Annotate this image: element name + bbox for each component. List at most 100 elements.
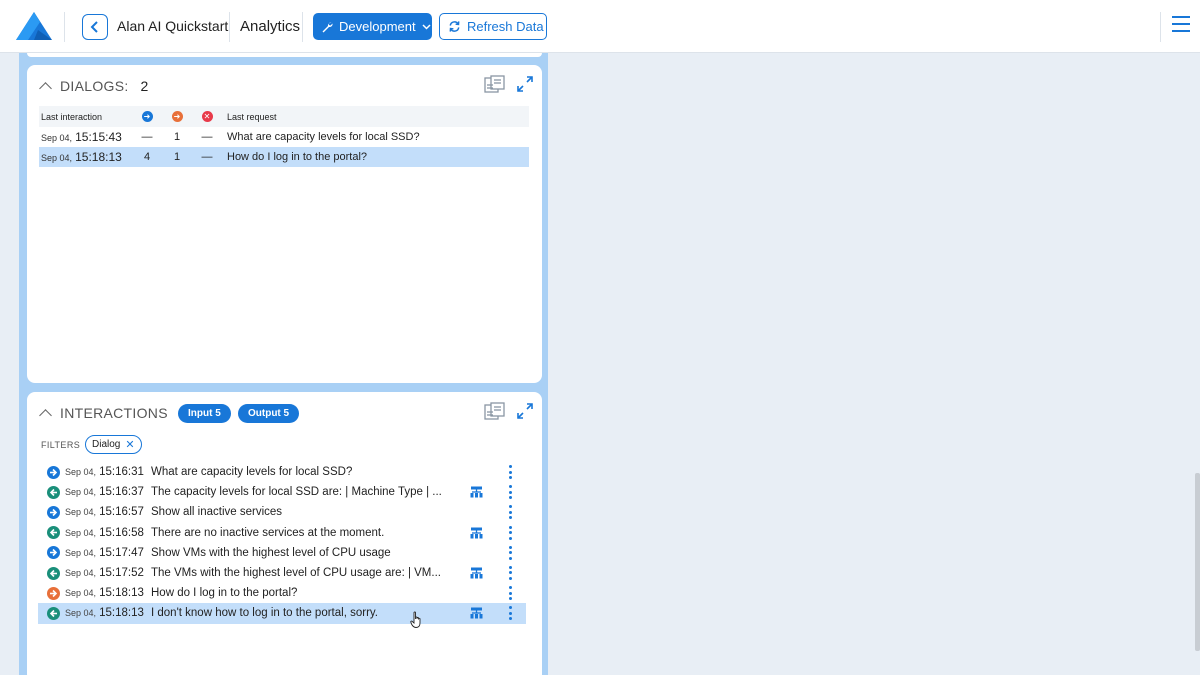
more-options-icon[interactable] <box>509 565 512 580</box>
more-options-icon[interactable] <box>509 485 512 500</box>
more-options-icon[interactable] <box>509 525 512 540</box>
interaction-date: Sep 04, <box>65 568 97 579</box>
expand-icon[interactable] <box>516 75 534 93</box>
interaction-time: 15:18:13 <box>99 587 144 600</box>
column-last-request[interactable]: Last request <box>222 112 277 122</box>
chevron-down-icon <box>422 24 431 30</box>
input-arrow-icon <box>47 505 60 519</box>
dialog-last-request: What are capacity levels for local SSD? <box>227 131 420 143</box>
input-arrow-icon: ➜ <box>141 111 153 122</box>
flow-diagram-icon[interactable] <box>470 607 483 619</box>
interaction-row[interactable]: Sep 04, 15:16:58 There are no inactive se… <box>38 523 526 543</box>
interaction-timestamp: Sep 04, 15:16:57 <box>65 506 147 518</box>
column-unrecognized[interactable]: ➜ <box>162 111 192 122</box>
environment-label: Development <box>339 19 416 34</box>
interactions-tools <box>484 402 534 420</box>
table-header: Last interaction ➜ ➜ ✕ Last request <box>39 106 529 127</box>
more-options-icon[interactable] <box>509 545 512 560</box>
dialog-time: 15:15:43 <box>75 130 122 144</box>
section-title: Analytics <box>240 18 301 35</box>
dialogs-title: DIALOGS: <box>60 78 129 94</box>
more-options-icon[interactable] <box>509 465 512 479</box>
interaction-row[interactable]: Sep 04, 15:18:13 I don't know how to log … <box>38 603 526 629</box>
interaction-timestamp: Sep 04, 15:16:58 <box>65 527 147 539</box>
flow-diagram-icon[interactable] <box>470 567 483 579</box>
dialog-row-selected[interactable]: Sep 04, 15:18:13 4 1 — How do I log in t… <box>39 147 529 167</box>
dialog-error-count: — <box>201 131 213 143</box>
analytics-column: DIALOGS: 2 Last interaction ➜ ➜ ✕ Last r… <box>19 53 548 675</box>
interaction-timestamp: Sep 04, 15:16:31 <box>65 466 147 478</box>
collapse-icon[interactable] <box>39 408 52 422</box>
environment-dropdown[interactable]: Development <box>313 13 432 40</box>
interaction-row[interactable]: Sep 04, 15:16:57 Show all inactive servic… <box>38 502 526 522</box>
interaction-text: I don't know how to log in to the portal… <box>151 607 378 620</box>
interaction-time: 15:16:57 <box>99 506 144 519</box>
column-last-interaction[interactable]: Last interaction <box>39 112 132 122</box>
expand-icon[interactable] <box>516 402 534 420</box>
interaction-row[interactable]: Sep 04, 15:17:47 Show VMs with the highes… <box>38 543 526 563</box>
interaction-text: Show VMs with the highest level of CPU u… <box>151 546 391 559</box>
export-icon[interactable] <box>484 402 506 420</box>
interaction-date: Sep 04, <box>65 608 97 619</box>
flow-diagram-icon[interactable] <box>470 486 483 498</box>
column-errors[interactable]: ✕ <box>192 111 222 122</box>
dialog-input-count: 4 <box>143 151 151 163</box>
interaction-date: Sep 04, <box>65 507 97 518</box>
interaction-timestamp: Sep 04, 15:17:52 <box>65 567 147 579</box>
alan-logo-icon[interactable] <box>14 10 54 42</box>
dialog-unrecognized-count: 1 <box>173 151 181 163</box>
export-icon[interactable] <box>484 75 506 93</box>
more-options-icon[interactable] <box>509 606 512 621</box>
interaction-row[interactable]: Sep 04, 15:16:31 What are capacity levels… <box>38 462 526 482</box>
flow-diagram-icon[interactable] <box>470 527 483 539</box>
dialog-filter-chip[interactable]: Dialog ✕ <box>85 435 142 454</box>
column-input[interactable]: ➜ <box>132 111 162 122</box>
dialogs-tools <box>484 75 534 93</box>
input-filter-pill[interactable]: Input 5 <box>178 404 231 423</box>
interaction-text: The capacity levels for local SSD are: |… <box>151 486 442 499</box>
interaction-text: The VMs with the highest level of CPU us… <box>151 567 441 580</box>
interaction-date: Sep 04, <box>65 527 97 538</box>
interaction-row[interactable]: Sep 04, 15:18:13 How do I log in to the p… <box>38 583 526 603</box>
dialogs-table: Last interaction ➜ ➜ ✕ Last request Sep … <box>39 106 529 167</box>
chevron-left-icon <box>90 21 98 33</box>
refresh-label: Refresh Data <box>467 19 544 34</box>
dialog-row[interactable]: Sep 04, 15:15:43 — 1 — What are capacity… <box>39 127 529 147</box>
output-filter-pill[interactable]: Output 5 <box>238 404 300 423</box>
interaction-row[interactable]: Sep 04, 15:17:52 The VMs with the highest… <box>38 563 526 583</box>
interaction-row[interactable]: Sep 04, 15:16:37 The capacity levels for … <box>38 482 526 502</box>
dialogs-header[interactable]: DIALOGS: 2 <box>39 78 149 95</box>
interaction-time: 15:16:58 <box>99 526 144 539</box>
interactions-title: INTERACTIONS <box>60 405 168 421</box>
output-arrow-icon <box>47 566 60 580</box>
divider <box>64 12 65 42</box>
remove-filter-icon[interactable]: ✕ <box>125 438 134 451</box>
divider <box>229 12 230 42</box>
dialog-date: Sep 04, <box>41 133 73 143</box>
top-bar: Alan AI Quickstart Analytics Development… <box>0 0 1200 53</box>
page-scrollbar[interactable] <box>1195 473 1200 651</box>
hand-cursor-icon <box>410 611 424 632</box>
dialog-unrecognized-count: 1 <box>173 131 181 143</box>
dialogs-count: 2 <box>140 78 149 94</box>
hamburger-menu-icon[interactable] <box>1172 16 1192 36</box>
interaction-date: Sep 04, <box>65 547 97 558</box>
more-options-icon[interactable] <box>509 505 512 520</box>
interaction-timestamp: Sep 04, 15:18:13 <box>65 607 147 619</box>
interaction-time: 15:16:37 <box>99 486 144 499</box>
interactions-header[interactable]: INTERACTIONS <box>39 405 168 422</box>
dialog-input-count: — <box>141 131 153 143</box>
interaction-time: 15:16:31 <box>99 466 144 479</box>
interaction-date: Sep 04, <box>65 467 97 478</box>
interaction-timestamp: Sep 04, 15:17:47 <box>65 547 147 559</box>
interaction-time: 15:17:52 <box>99 567 144 580</box>
back-button[interactable] <box>82 14 108 40</box>
more-options-icon[interactable] <box>509 586 512 601</box>
dialog-time: 15:18:13 <box>75 150 122 164</box>
collapse-icon[interactable] <box>39 81 52 95</box>
interactions-list: Sep 04, 15:16:31 What are capacity levels… <box>38 462 526 629</box>
refresh-data-button[interactable]: Refresh Data <box>439 13 547 40</box>
interaction-text: There are no inactive services at the mo… <box>151 526 385 539</box>
input-arrow-icon <box>47 465 60 479</box>
interaction-timestamp: Sep 04, 15:18:13 <box>65 587 147 599</box>
